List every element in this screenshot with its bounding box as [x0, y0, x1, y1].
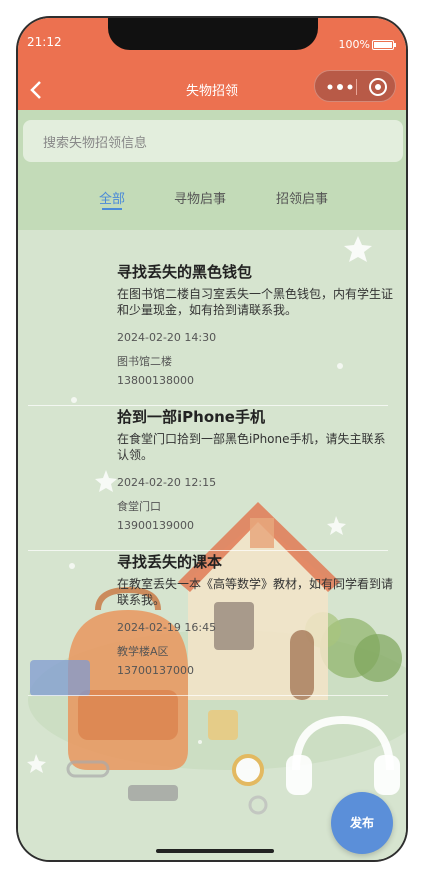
search-placeholder: 搜索失物招领信息: [43, 136, 148, 151]
more-dots-icon[interactable]: [327, 84, 353, 90]
phone-frame: 21:12 100% 失物招领 搜索失物招领信息 全部 寻物启事 招领启事 寻找…: [16, 16, 408, 862]
item-description: 在教室丢失一本《高等数学》教材，如有同学看到请联系我。: [117, 577, 394, 607]
list-item[interactable]: 拾到一部iPhone手机 在食堂门口拾到一部黑色iPhone手机，请失主联系认领…: [18, 385, 406, 551]
battery-percent: 100%: [338, 38, 370, 51]
item-location: 教学楼A区: [117, 645, 169, 658]
publish-button[interactable]: 发布: [331, 792, 393, 854]
nav-bar: 失物招领: [18, 68, 406, 110]
item-time: 2024-02-20 12:15: [117, 476, 217, 489]
mini-program-capsule: [314, 70, 396, 102]
item-title: 寻找丢失的课本: [117, 553, 223, 571]
tab-active-indicator: [102, 208, 122, 210]
capsule-divider: [356, 79, 357, 95]
tab-found[interactable]: 招领启事: [276, 188, 328, 207]
home-indicator: [156, 849, 274, 853]
tab-all[interactable]: 全部: [99, 188, 125, 207]
target-icon[interactable]: [369, 78, 387, 96]
screen: 21:12 100% 失物招领 搜索失物招领信息 全部 寻物启事 招领启事 寻找…: [18, 18, 406, 860]
search-area: 搜索失物招领信息 全部 寻物启事 招领启事: [18, 110, 406, 230]
search-input[interactable]: 搜索失物招领信息: [23, 120, 403, 162]
status-bar: 21:12 100%: [18, 18, 406, 68]
item-location: 图书馆二楼: [117, 355, 172, 368]
tab-lost[interactable]: 寻物启事: [174, 188, 226, 207]
list-item[interactable]: 寻找丢失的黑色钱包 在图书馆二楼自习室丢失一个黑色钱包，内有学生证和少量现金，如…: [18, 240, 406, 406]
item-location: 食堂门口: [117, 500, 161, 513]
item-description: 在食堂门口拾到一部黑色iPhone手机，请失主联系认领。: [117, 432, 386, 462]
battery-icon: [372, 40, 396, 50]
list-item[interactable]: 寻找丢失的课本 在教室丢失一本《高等数学》教材，如有同学看到请联系我。 2024…: [18, 530, 406, 696]
item-title: 拾到一部iPhone手机: [117, 408, 265, 426]
item-description: 在图书馆二楼自习室丢失一个黑色钱包，内有学生证和少量现金，如有拾到请联系我。: [117, 287, 394, 317]
status-time: 21:12: [27, 35, 62, 49]
item-time: 2024-02-20 14:30: [117, 331, 217, 344]
notch: [108, 18, 318, 50]
item-title: 寻找丢失的黑色钱包: [117, 263, 253, 281]
item-phone: 13700137000: [117, 664, 194, 677]
divider: [28, 695, 388, 696]
item-time: 2024-02-19 16:45: [117, 621, 217, 634]
